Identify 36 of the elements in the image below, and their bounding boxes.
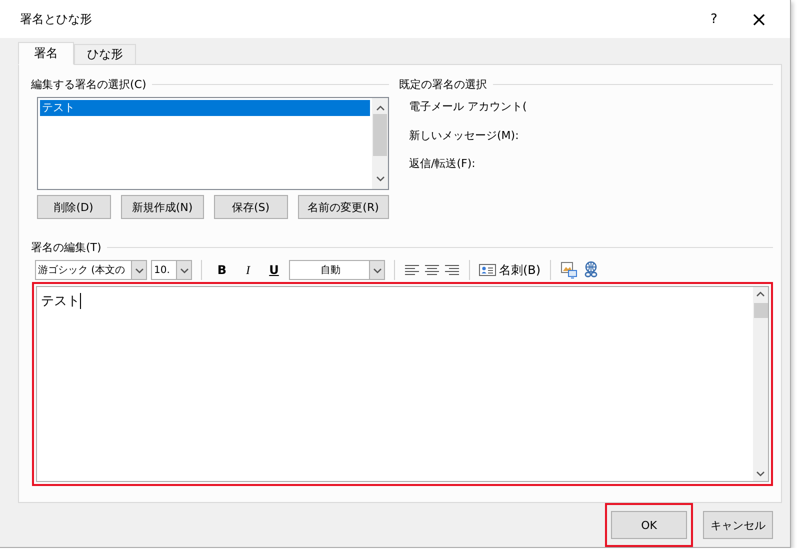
action-button[interactable]: 新規作成(N) xyxy=(120,195,204,219)
scrollbar[interactable] xyxy=(753,287,768,481)
tab[interactable]: 署名 xyxy=(18,42,74,65)
window-title: 署名とひな形 xyxy=(20,10,93,28)
italic-button[interactable]: I xyxy=(237,262,259,278)
group-label: 署名の編集(T) xyxy=(31,239,773,255)
dialog-button[interactable]: OK xyxy=(611,511,687,539)
align-center-icon xyxy=(424,262,440,278)
action-button[interactable]: 削除(D) xyxy=(37,195,111,219)
size-dropdown[interactable]: 10. xyxy=(151,260,192,280)
align-right-icon xyxy=(444,262,460,278)
close-button[interactable]: × xyxy=(736,7,782,31)
scrollbar[interactable] xyxy=(372,98,388,189)
bold-button[interactable]: B xyxy=(211,263,233,277)
group-label: 既定の署名の選択 xyxy=(399,76,773,92)
field-label: 電子メール アカウント( xyxy=(409,100,527,113)
insert-picture-icon xyxy=(560,261,578,279)
signature-text[interactable]: テスト xyxy=(41,294,80,309)
list-item[interactable]: テスト xyxy=(40,100,370,116)
action-button[interactable]: 名前の変更(R) xyxy=(298,195,389,219)
signature-list[interactable]: テスト xyxy=(37,97,389,190)
help-button[interactable]: ? xyxy=(692,12,736,26)
underline-button[interactable]: U xyxy=(263,263,285,277)
scrollbar-thumb[interactable] xyxy=(373,114,387,156)
action-button[interactable]: 保存(S) xyxy=(214,195,288,219)
tab[interactable]: ひな形 xyxy=(74,44,136,64)
dialog-button[interactable]: キャンセル xyxy=(703,511,773,539)
field-label: 返信/転送(F): xyxy=(409,157,476,170)
business-card-button[interactable]: 名刺(B) xyxy=(479,262,541,278)
group-label: 編集する署名の選択(C) xyxy=(31,76,389,92)
align-left-icon xyxy=(404,262,420,278)
field-label: 新しいメッセージ(M): xyxy=(409,128,519,142)
color-dropdown[interactable]: 自動 xyxy=(289,260,385,280)
scrollbar-thumb[interactable] xyxy=(754,303,768,318)
font-dropdown[interactable]: 游ゴシック (本文の xyxy=(35,260,147,280)
business-card-icon xyxy=(479,263,496,277)
